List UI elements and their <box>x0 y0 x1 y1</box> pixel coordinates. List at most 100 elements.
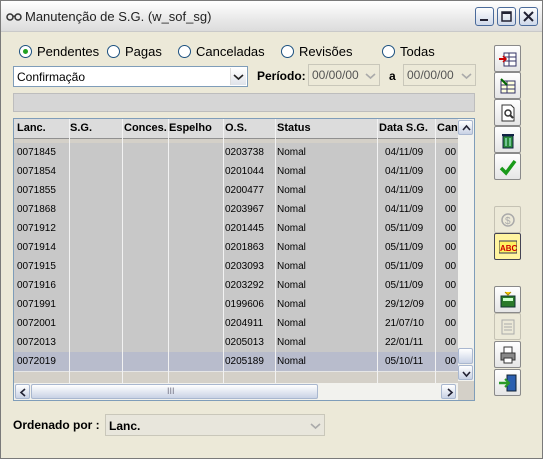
radio-canceladas[interactable]: Canceladas <box>178 43 265 59</box>
delete-button[interactable] <box>494 126 521 153</box>
column-header-data-sg[interactable]: Data S.G. <box>379 122 428 134</box>
print-preview-button[interactable] <box>494 99 521 126</box>
radio-label: Todas <box>400 43 435 59</box>
table-cell: 29/12/09 <box>385 299 424 310</box>
table-row[interactable]: 0071845 0203738 Nomal 04/11/09 00 <box>14 143 458 163</box>
radio-circle[interactable] <box>19 44 32 58</box>
radio-circle[interactable] <box>178 44 191 58</box>
vertical-scrollbar[interactable] <box>458 119 474 381</box>
radio-circle[interactable] <box>281 44 294 58</box>
table-row[interactable]: 0071855 0200477 Nomal 04/11/09 00 <box>14 181 458 201</box>
table-row[interactable]: 0071854 0201044 Nomal 04/11/09 00 <box>14 162 458 182</box>
table-cell: 0203967 <box>225 204 264 215</box>
column-header-conces[interactable]: Conces. <box>124 122 167 134</box>
table-row[interactable]: 0072001 0204911 Nomal 21/07/10 00 <box>14 314 458 334</box>
table-cell: 0201445 <box>225 223 264 234</box>
exit-button[interactable] <box>494 369 521 396</box>
order-combo[interactable]: Lanc. <box>105 414 325 436</box>
exit-icon <box>499 374 517 392</box>
table-cell: 0071915 <box>17 261 56 272</box>
column-divider <box>168 119 169 383</box>
chevron-down-icon <box>310 423 321 430</box>
table-row[interactable]: 0071868 0203967 Nomal 04/11/09 00 <box>14 200 458 220</box>
radio-pagas[interactable]: Pagas <box>107 43 162 59</box>
table-cell: 05/11/09 <box>385 223 424 234</box>
table-cell: 0071914 <box>17 242 56 253</box>
column-divider <box>275 119 276 383</box>
table-cell: 0204911 <box>225 318 264 329</box>
chevron-up-icon <box>462 124 471 131</box>
close-button[interactable] <box>519 7 538 26</box>
period-from-field[interactable]: 00/00/00 <box>308 64 380 86</box>
radio-circle[interactable] <box>382 44 395 58</box>
period-to-arrow[interactable] <box>459 66 474 84</box>
table-cell: 0071868 <box>17 204 56 215</box>
table-row[interactable]: 0071916 0203292 Nomal 05/11/09 00 <box>14 276 458 296</box>
period-from-value: 00/00/00 <box>312 68 359 82</box>
svg-text:ABC: ABC <box>500 244 517 253</box>
confirm-button[interactable] <box>494 153 521 180</box>
table-row[interactable]: 0071914 0201863 Nomal 05/11/09 00 <box>14 238 458 258</box>
print-button[interactable] <box>494 341 521 368</box>
table-cell: 00 <box>445 299 457 310</box>
table-cell: 22/01/11 <box>385 337 424 348</box>
chevron-down-icon <box>462 371 471 378</box>
column-divider <box>377 119 378 383</box>
edit-grid-button[interactable] <box>494 72 521 99</box>
calculator-button[interactable] <box>494 286 521 313</box>
column-divider <box>122 119 123 383</box>
insert-row-button[interactable] <box>494 45 521 72</box>
column-header-lanc[interactable]: Lanc. <box>17 122 46 134</box>
table-cell: 0071916 <box>17 280 56 291</box>
table-row[interactable]: 0071915 0203093 Nomal 05/11/09 00 <box>14 257 458 277</box>
scroll-right-button[interactable] <box>441 384 456 399</box>
column-header-os[interactable]: O.S. <box>225 122 247 134</box>
column-header-sg[interactable]: S.G. <box>70 122 92 134</box>
period-to-field[interactable]: 00/00/00 <box>403 64 476 86</box>
money-button[interactable]: $ <box>494 206 521 233</box>
order-combo-arrow[interactable] <box>308 416 323 434</box>
maximize-button[interactable] <box>497 7 516 26</box>
title-bar[interactable]: Manutenção de S.G. (w_sof_sg) <box>1 1 542 32</box>
type-combo-value: Confirmação <box>17 70 86 84</box>
table-cell: 04/11/09 <box>385 147 424 158</box>
scroll-left-button[interactable] <box>15 384 30 399</box>
radio-circle[interactable] <box>107 44 120 58</box>
spellcheck-button[interactable]: ABC <box>494 233 521 260</box>
column-header-status[interactable]: Status <box>277 122 311 134</box>
table-row[interactable]: 0072019 0205189 Nomal 05/10/11 00 <box>14 352 458 372</box>
table-cell: 0203093 <box>225 261 264 272</box>
type-combo-arrow[interactable] <box>230 68 246 85</box>
period-from-arrow[interactable] <box>363 66 378 84</box>
table-cell: 0201863 <box>225 242 264 253</box>
calculator-icon <box>500 291 516 308</box>
column-header-can[interactable]: Can <box>437 122 458 134</box>
table-cell: Nomal <box>277 337 306 348</box>
radio-pendentes[interactable]: Pendentes <box>19 43 99 59</box>
column-divider <box>69 119 70 383</box>
report-button[interactable] <box>494 313 521 340</box>
table-row[interactable]: 0072013 0205013 Nomal 22/01/11 00 <box>14 333 458 353</box>
radio-revisoes[interactable]: Revisões <box>281 43 352 59</box>
table-cell: 21/07/10 <box>385 318 424 329</box>
table-row[interactable]: 0071912 0201445 Nomal 05/11/09 00 <box>14 219 458 239</box>
scroll-down-button[interactable] <box>458 365 473 380</box>
scroll-up-button[interactable] <box>458 120 473 135</box>
horizontal-scrollbar[interactable]: III <box>14 383 458 400</box>
period-to-value: 00/00/00 <box>407 68 454 82</box>
scroll-thumb[interactable] <box>458 348 473 364</box>
records-grid[interactable]: Lanc. S.G. Conces. Espelho O.S. Status D… <box>13 118 475 401</box>
radio-label: Revisões <box>299 43 353 59</box>
money-icon: $ <box>501 213 515 227</box>
type-combo[interactable]: Confirmação <box>13 66 248 87</box>
table-cell: 0203292 <box>225 280 264 291</box>
hscroll-thumb[interactable]: III <box>31 384 318 399</box>
minimize-button[interactable] <box>475 7 494 26</box>
radio-todas[interactable]: Todas <box>382 43 435 59</box>
column-header-espelho[interactable]: Espelho <box>169 122 212 134</box>
table-cell: 0205189 <box>225 356 264 367</box>
table-cell: 00 <box>445 356 457 367</box>
table-row[interactable]: 0071991 0199606 Nomal 29/12/09 00 <box>14 295 458 315</box>
column-divider <box>435 119 436 383</box>
table-cell: 0205013 <box>225 337 264 348</box>
